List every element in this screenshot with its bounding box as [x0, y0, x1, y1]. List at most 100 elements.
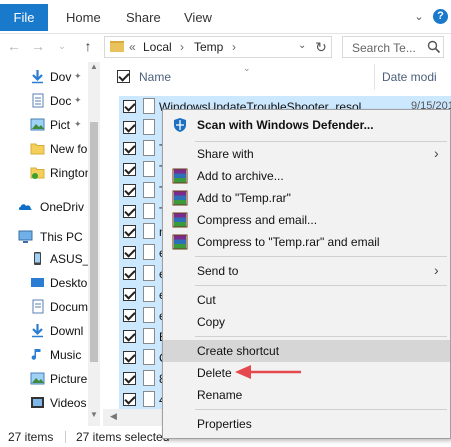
scroll-down-icon[interactable]: ▼ [89, 410, 99, 419]
column-divider[interactable] [374, 64, 375, 90]
breadcrumb-separator[interactable]: › [232, 40, 236, 54]
scroll-left-icon[interactable]: ◀ [110, 411, 117, 422]
music-icon [31, 349, 41, 360]
winrar-icon [172, 168, 188, 184]
row-checkbox[interactable] [123, 100, 136, 113]
menu-item-compress-to-temp-rar-email[interactable]: Compress to "Temp.rar" and email [163, 231, 450, 253]
refresh-icon[interactable]: ↻ [313, 39, 329, 55]
row-checkbox[interactable] [123, 392, 136, 406]
menu-label: Send to [197, 264, 239, 278]
nav-label: OneDriv [40, 200, 85, 214]
search-input[interactable]: Search Te... [352, 41, 416, 55]
menu-label: Compress and email... [197, 213, 318, 227]
menu-label: Copy [197, 315, 226, 329]
video-icon [31, 397, 44, 408]
menu-separator [195, 285, 447, 286]
row-checkbox[interactable] [123, 350, 136, 364]
menu-label: Add to archive... [197, 169, 284, 183]
menu-label: Share with [197, 147, 254, 161]
tab-home[interactable]: Home [66, 4, 101, 31]
recent-chevron-icon[interactable]: ⌄ [54, 38, 70, 54]
menu-item-compress-email[interactable]: Compress and email... [163, 209, 450, 231]
file-icon [143, 139, 155, 156]
menu-item-copy[interactable]: Copy [163, 311, 450, 333]
row-checkbox[interactable] [123, 267, 136, 281]
menu-label: Compress to "Temp.rar" and email [197, 235, 380, 249]
breadcrumb-overflow[interactable]: « [129, 40, 136, 54]
menu-item-cut[interactable]: Cut [163, 289, 450, 311]
row-checkbox[interactable] [123, 183, 136, 197]
tab-view[interactable]: View [184, 4, 212, 31]
menu-item-rename[interactable]: Rename [163, 384, 450, 406]
nav-label: Videos [50, 396, 87, 410]
select-all-checkbox[interactable] [117, 70, 130, 83]
menu-label: Create shortcut [197, 344, 280, 358]
breadcrumb-local[interactable]: Local [143, 40, 172, 54]
scroll-up-icon[interactable]: ▲ [89, 62, 99, 71]
row-checkbox[interactable] [123, 120, 136, 134]
row-checkbox[interactable] [123, 371, 136, 385]
nav-label: Rington [50, 166, 92, 180]
breadcrumb-temp[interactable]: Temp [194, 40, 223, 54]
menu-item-send-to[interactable]: Send to › [163, 260, 450, 282]
pin-icon[interactable]: ✦ [74, 119, 82, 130]
menu-item-create-shortcut[interactable]: Create shortcut [163, 340, 450, 362]
menu-item-scan-defender[interactable]: Scan with Windows Defender... [163, 114, 450, 136]
row-checkbox[interactable] [123, 329, 136, 343]
navigation-pane: Dov ✦ Doc ✦ Pict ✦ New fo Rington OneDri… [0, 60, 100, 426]
row-checkbox[interactable] [123, 141, 136, 155]
menu-separator [195, 256, 447, 257]
device-icon [34, 252, 41, 265]
row-checkbox[interactable] [123, 225, 136, 239]
row-checkbox[interactable] [123, 309, 136, 322]
breadcrumb-separator[interactable]: › [180, 40, 184, 54]
nav-label: Pict [50, 118, 71, 132]
menu-item-add-to-archive[interactable]: Add to archive... [163, 165, 450, 187]
menu-separator [195, 409, 447, 410]
back-arrow-icon[interactable]: ← [6, 38, 22, 54]
address-dropdown-icon[interactable]: ⌄ [298, 40, 306, 51]
menu-label: Properties [197, 417, 252, 431]
row-checkbox[interactable] [123, 246, 136, 260]
menu-item-properties[interactable]: Properties [163, 413, 450, 435]
annotation-arrow-icon [235, 365, 301, 379]
column-name[interactable]: Name [139, 70, 171, 84]
nav-scrollbar-thumb[interactable] [90, 122, 98, 362]
up-arrow-icon[interactable]: ↑ [80, 38, 96, 54]
search-box[interactable]: Search Te... [342, 36, 444, 58]
row-checkbox[interactable] [123, 162, 136, 176]
defender-shield-icon [174, 118, 186, 132]
pin-icon[interactable]: ✦ [74, 95, 82, 106]
nav-label: Picture [50, 372, 88, 386]
picture-icon [30, 372, 45, 385]
file-icon [143, 118, 155, 135]
chevron-down-icon[interactable]: ⌄ [412, 10, 426, 24]
menu-item-share-with[interactable]: Share with › [163, 143, 450, 165]
tab-share[interactable]: Share [126, 4, 161, 31]
search-icon [427, 40, 441, 54]
menu-item-delete[interactable]: Delete [163, 362, 450, 384]
file-icon [143, 181, 155, 198]
menu-item-add-to-temp-rar[interactable]: Add to "Temp.rar" [163, 187, 450, 209]
item-count: 27 items [8, 430, 54, 444]
forward-arrow-icon[interactable]: → [30, 38, 46, 54]
document-icon [32, 299, 44, 314]
file-icon [143, 307, 155, 323]
tab-file[interactable]: File [0, 4, 48, 31]
row-checkbox[interactable] [123, 204, 136, 218]
menu-label: Cut [197, 293, 216, 307]
download-icon [32, 324, 43, 338]
nav-label: New fo [50, 142, 88, 156]
nav-scrollbar[interactable] [88, 62, 100, 426]
menu-separator [195, 336, 447, 337]
file-icon [143, 369, 155, 386]
file-icon [143, 327, 155, 344]
context-menu: Scan with Windows Defender... Share with… [162, 109, 451, 439]
help-button[interactable]: ? [433, 9, 448, 24]
ribbon: File Home Share View ⌄ ? [0, 0, 451, 34]
address-bar[interactable]: « Local › Temp › ⌄ ↻ [104, 36, 332, 58]
column-date-modified[interactable]: Date modi [382, 70, 437, 84]
pin-icon[interactable]: ✦ [74, 71, 82, 82]
status-divider [65, 431, 66, 443]
row-checkbox[interactable] [123, 288, 136, 302]
